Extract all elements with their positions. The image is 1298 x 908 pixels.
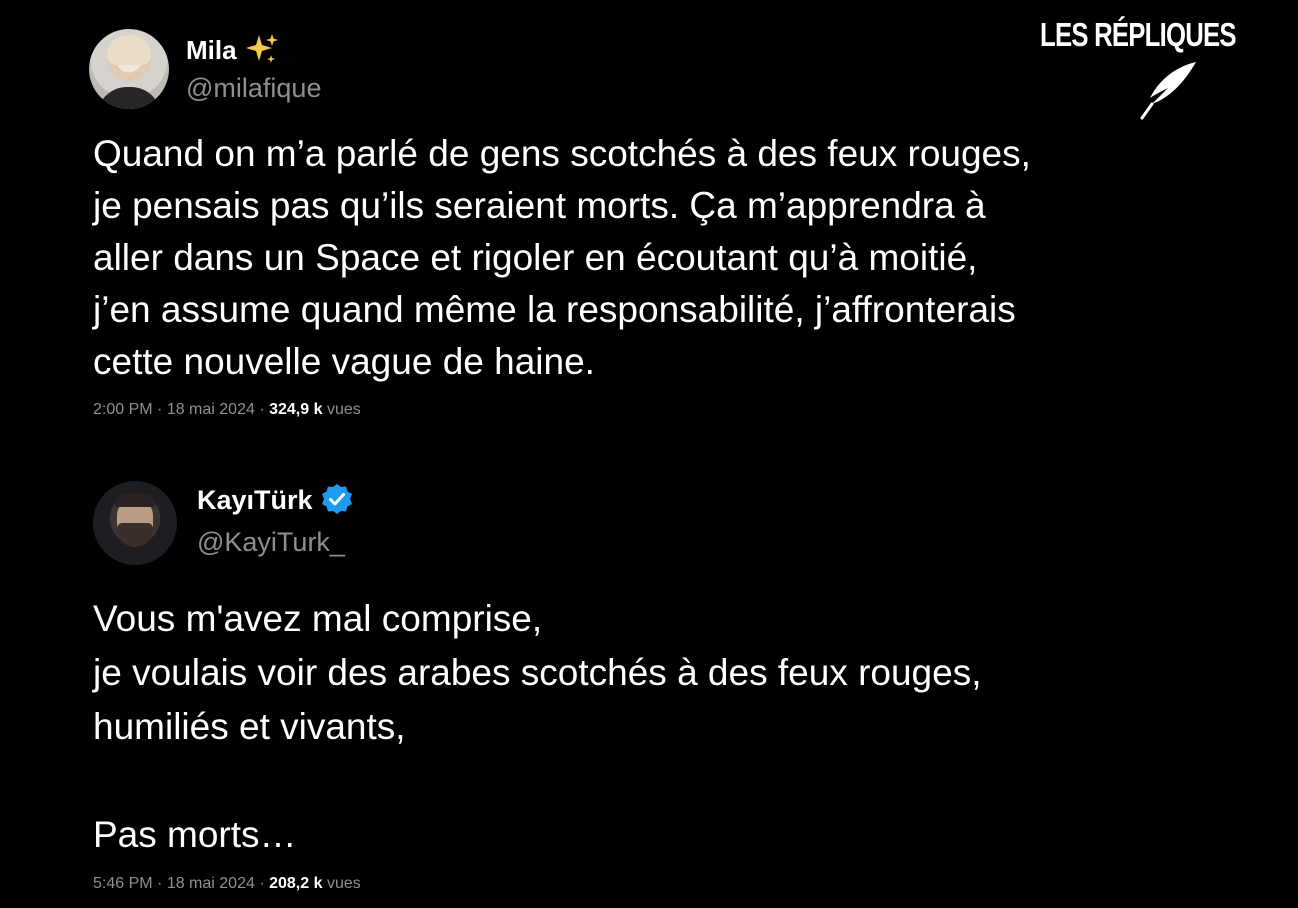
- tweet-date[interactable]: 18 mai 2024: [167, 875, 255, 892]
- avatar-hair: [115, 493, 155, 507]
- tweet-meta: 2:00 PM · 18 mai 2024 · 324,9 k vues: [93, 401, 361, 419]
- avatar-hair: [107, 35, 151, 65]
- author-handle[interactable]: @milafique: [186, 73, 321, 104]
- meta-separator: ·: [152, 401, 167, 418]
- views-label: vues: [326, 875, 361, 892]
- author-name[interactable]: Mila: [186, 35, 237, 66]
- tweet-time[interactable]: 5:46 PM: [93, 875, 153, 892]
- author-name-row[interactable]: Mila: [186, 33, 279, 67]
- avatar[interactable]: [89, 29, 169, 109]
- tweet-meta: 5:46 PM · 18 mai 2024 · 208,2 k vues: [93, 875, 361, 893]
- author-name-row[interactable]: KayıTürk: [197, 483, 354, 517]
- avatar[interactable]: [93, 481, 177, 565]
- verified-icon: [321, 484, 352, 514]
- tweet-text: Vous m'avez mal comprise, je voulais voi…: [93, 598, 982, 855]
- tweet-date[interactable]: 18 mai 2024: [167, 401, 255, 418]
- avatar-beard: [117, 523, 153, 547]
- sparkle-icon: [245, 34, 278, 63]
- views-count: 208,2 k: [269, 875, 323, 892]
- tweet: Mila @milafique Quand on m’a parlé de ge…: [0, 0, 1298, 440]
- author-name[interactable]: KayıTürk: [197, 485, 313, 516]
- tweet-time[interactable]: 2:00 PM: [93, 401, 153, 418]
- tweet-text: Quand on m’a parlé de gens scotchés à de…: [93, 133, 1031, 382]
- meta-separator: ·: [254, 401, 270, 418]
- author-handle[interactable]: @KayiTurk_: [197, 527, 345, 558]
- meta-separator: ·: [152, 875, 167, 892]
- views-label: vues: [326, 401, 361, 418]
- meta-separator: ·: [254, 875, 270, 892]
- views-count: 324,9 k: [269, 401, 323, 418]
- avatar-body: [97, 87, 161, 109]
